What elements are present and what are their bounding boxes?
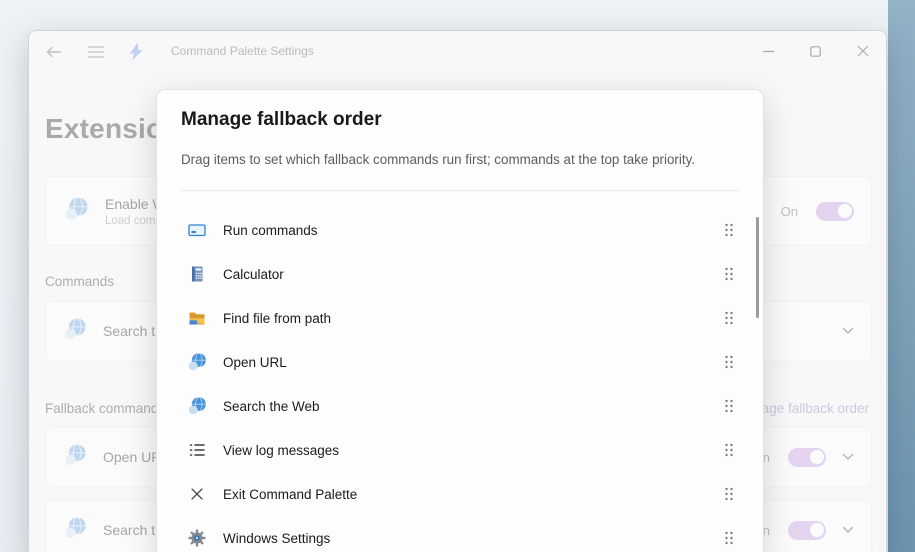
folder-icon [187, 308, 207, 328]
fallback-item-label: View log messages [223, 443, 339, 458]
fallback-item-label: Search the Web [223, 399, 320, 414]
fallback-item-label: Calculator [223, 267, 284, 282]
drag-handle-icon[interactable] [721, 526, 737, 550]
fallback-item-label: Windows Settings [223, 531, 330, 546]
drag-handle-icon[interactable] [721, 482, 737, 506]
app-window: Command Palette Settings ExtensionsWeb S… [28, 30, 887, 552]
calculator-icon [187, 264, 207, 284]
fallback-list-item[interactable]: Run commands [157, 208, 763, 252]
dialog-scrollbar[interactable] [756, 217, 759, 318]
close-x-icon [187, 484, 207, 504]
drag-handle-icon[interactable] [721, 306, 737, 330]
manage-fallback-order-dialog: Manage fallback order Drag items to set … [156, 89, 764, 552]
fallback-item-label: Run commands [223, 223, 318, 238]
run-commands-icon [187, 220, 207, 240]
drag-handle-icon[interactable] [721, 218, 737, 242]
dialog-description: Drag items to set which fallback command… [181, 152, 695, 167]
dialog-title: Manage fallback order [181, 109, 382, 131]
drag-handle-icon[interactable] [721, 394, 737, 418]
globe-icon [187, 396, 207, 416]
desktop-wallpaper [888, 0, 915, 552]
fallback-order-list: Run commands Calculator Find file from [157, 208, 763, 552]
log-list-icon [187, 440, 207, 460]
fallback-list-item[interactable]: Exit Command Palette [157, 472, 763, 516]
fallback-list-item[interactable]: Open URL [157, 340, 763, 384]
fallback-item-label: Open URL [223, 355, 287, 370]
fallback-list-item[interactable]: Search the Web [157, 384, 763, 428]
fallback-list-item[interactable]: Calculator [157, 252, 763, 296]
fallback-list-item[interactable]: Find file from path [157, 296, 763, 340]
fallback-item-label: Exit Command Palette [223, 487, 357, 502]
fallback-list-item[interactable]: View log messages [157, 428, 763, 472]
fallback-item-label: Find file from path [223, 311, 331, 326]
drag-handle-icon[interactable] [721, 262, 737, 286]
globe-icon [187, 352, 207, 372]
divider [181, 190, 739, 191]
settings-gear-icon [187, 528, 207, 548]
fallback-list-item[interactable]: Windows Settings [157, 516, 763, 552]
drag-handle-icon[interactable] [721, 350, 737, 374]
drag-handle-icon[interactable] [721, 438, 737, 462]
